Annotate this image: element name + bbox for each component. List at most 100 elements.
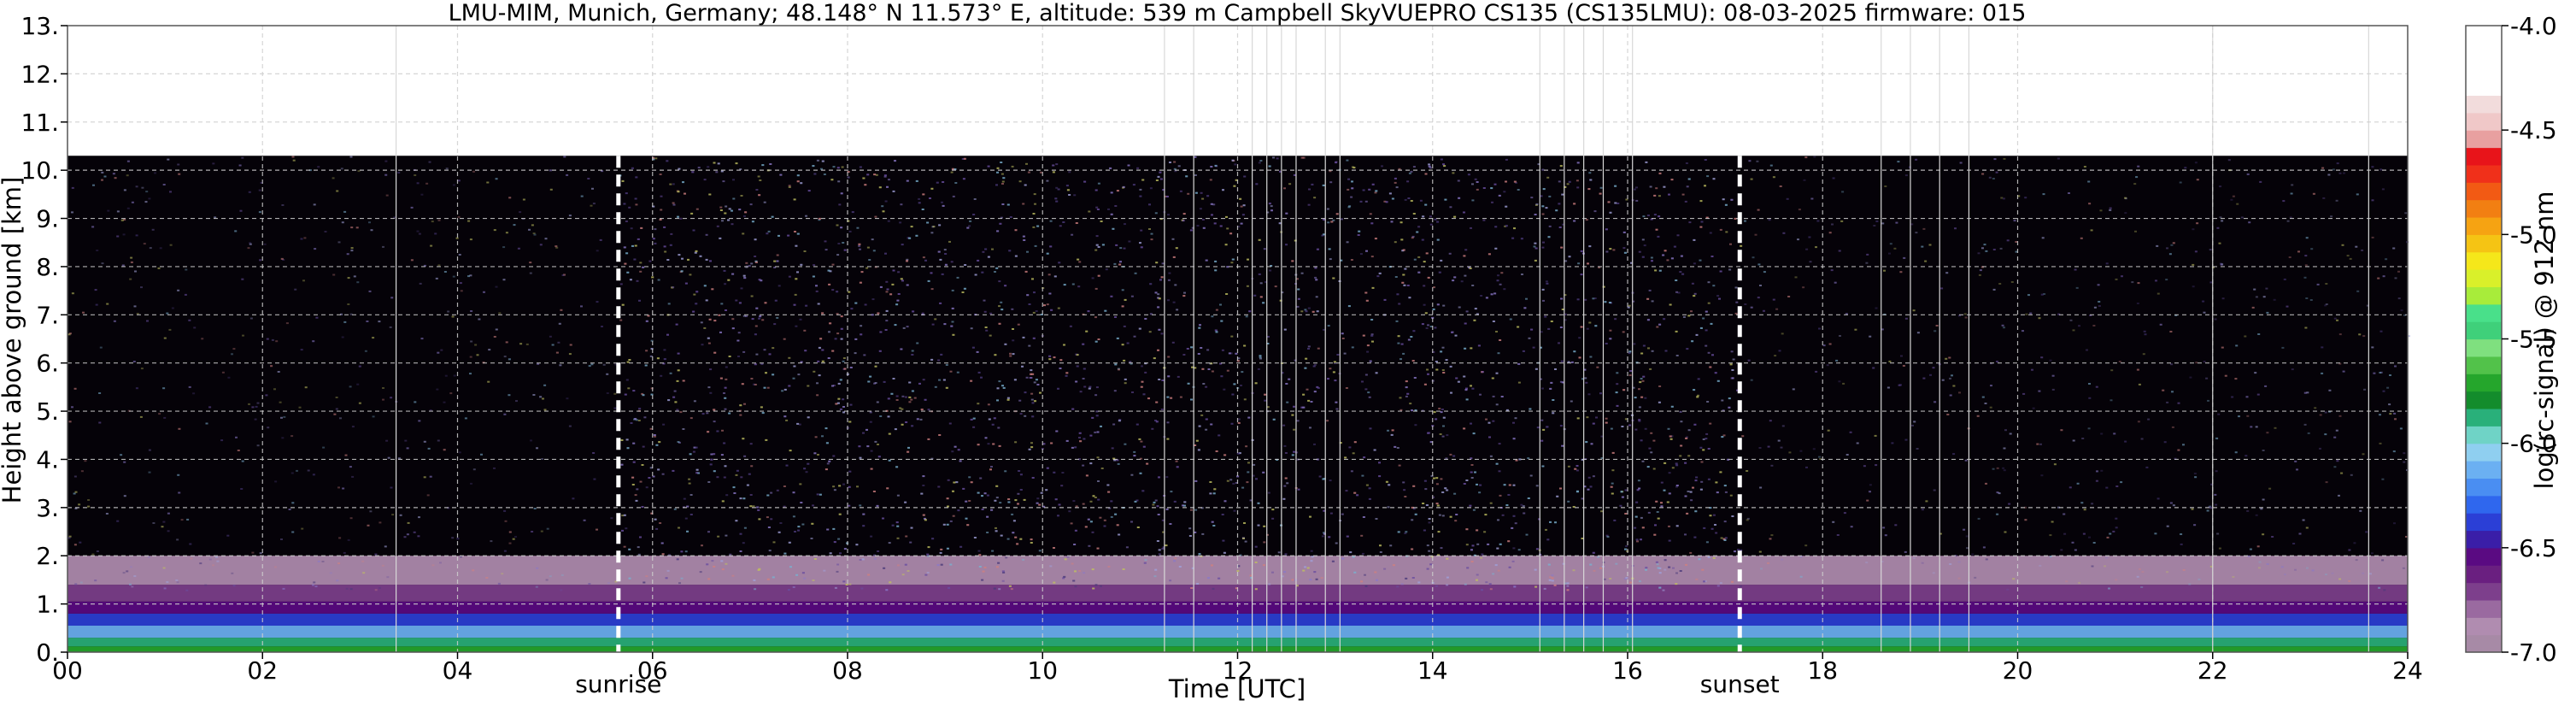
noise-dot: [540, 530, 543, 532]
noise-dot: [658, 441, 661, 444]
noise-dot: [1013, 379, 1017, 381]
noise-dot: [1910, 223, 1914, 226]
noise-dot: [2069, 319, 2073, 321]
noise-dot: [905, 535, 908, 538]
noise-dot: [1241, 486, 1245, 489]
noise-dot: [1541, 168, 1545, 171]
noise-dot: [1088, 210, 1091, 213]
noise-dot: [361, 560, 365, 562]
noise-dot: [991, 550, 995, 552]
noise-dot: [1594, 325, 1598, 327]
noise-dot: [1641, 527, 1645, 529]
noise-dot: [1525, 533, 1529, 536]
noise-dot: [1836, 534, 1840, 536]
noise-dot: [1611, 469, 1615, 472]
noise-dot: [1699, 446, 1703, 449]
noise-dot: [2245, 396, 2249, 398]
noise-dot: [748, 265, 751, 268]
noise-dot: [1174, 557, 1177, 560]
noise-dot: [679, 217, 683, 220]
noise-dot: [953, 481, 956, 484]
noise-dot: [1709, 366, 1712, 368]
noise-dot: [776, 489, 779, 491]
noise-dot: [626, 447, 630, 450]
noise-dot: [1274, 285, 1277, 288]
noise-dot: [1904, 550, 1907, 553]
noise-dot: [1151, 427, 1154, 430]
noise-dot: [856, 227, 860, 229]
noise-dot: [247, 247, 250, 250]
noise-dot: [1656, 511, 1659, 513]
noise-dot: [275, 340, 279, 343]
noise-dot: [2303, 276, 2307, 279]
noise-dot: [2083, 509, 2086, 511]
noise-dot: [1031, 415, 1035, 418]
noise-dot: [1107, 491, 1111, 493]
noise-dot: [672, 202, 675, 204]
noise-dot: [1729, 363, 1733, 366]
noise-dot: [948, 422, 952, 425]
noise-dot: [915, 234, 918, 237]
noise-dot: [1300, 272, 1304, 274]
noise-dot: [1770, 534, 1774, 537]
noise-dot: [2147, 418, 2151, 421]
noise-dot: [112, 173, 115, 175]
noise-dot: [1609, 329, 1612, 332]
noise-dot: [1210, 166, 1213, 168]
noise-dot: [1150, 238, 1153, 241]
noise-dot: [1404, 532, 1407, 534]
noise-dot: [1592, 422, 1595, 425]
noise-dot: [973, 198, 977, 200]
noise-dot: [783, 485, 786, 487]
noise-dot: [99, 346, 103, 349]
noise-dot: [1031, 402, 1035, 404]
noise-dot: [930, 358, 934, 361]
noise-dot: [204, 584, 208, 586]
noise-dot: [1640, 538, 1642, 541]
noise-dot: [910, 226, 913, 228]
noise-dot: [895, 395, 899, 397]
noise-dot: [1094, 287, 1098, 290]
noise-dot: [2006, 588, 2010, 591]
noise-dot: [2381, 188, 2385, 191]
noise-dot: [1200, 347, 1203, 349]
noise-dot: [1699, 327, 1703, 329]
noise-dot: [1597, 556, 1600, 558]
noise-dot: [2105, 486, 2109, 489]
noise-dot: [816, 493, 819, 496]
noise-dot: [1648, 289, 1652, 291]
noise-dot: [793, 365, 796, 368]
noise-dot: [2227, 159, 2231, 162]
noise-dot: [1110, 295, 1113, 297]
noise-dot: [470, 310, 473, 312]
noise-dot: [1028, 344, 1031, 347]
noise-dot: [916, 342, 919, 344]
noise-dot: [1173, 168, 1177, 170]
noise-dot: [1000, 534, 1003, 537]
noise-dot: [908, 237, 912, 239]
noise-dot: [1293, 428, 1296, 431]
noise-dot: [1998, 283, 2002, 285]
noise-dot: [1169, 523, 1172, 525]
noise-dot: [721, 568, 725, 571]
noise-dot: [1335, 408, 1339, 410]
noise-dot: [443, 401, 446, 403]
noise-dot: [1412, 330, 1416, 332]
noise-dot: [2404, 212, 2408, 215]
noise-dot: [1245, 445, 1248, 448]
noise-dot: [157, 267, 161, 269]
noise-dot: [1472, 509, 1476, 511]
noise-dot: [317, 166, 320, 168]
noise-dot: [848, 230, 852, 232]
noise-dot: [1690, 310, 1693, 313]
noise-dot: [1932, 367, 1935, 369]
noise-dot: [2403, 461, 2406, 463]
noise-dot: [1209, 179, 1212, 181]
noise-dot: [1370, 222, 1374, 225]
noise-dot: [2078, 581, 2081, 584]
noise-dot: [480, 453, 483, 456]
noise-dot: [162, 521, 166, 523]
noise-dot: [1314, 276, 1317, 279]
noise-dot: [1049, 565, 1053, 568]
noise-dot: [1310, 550, 1313, 552]
